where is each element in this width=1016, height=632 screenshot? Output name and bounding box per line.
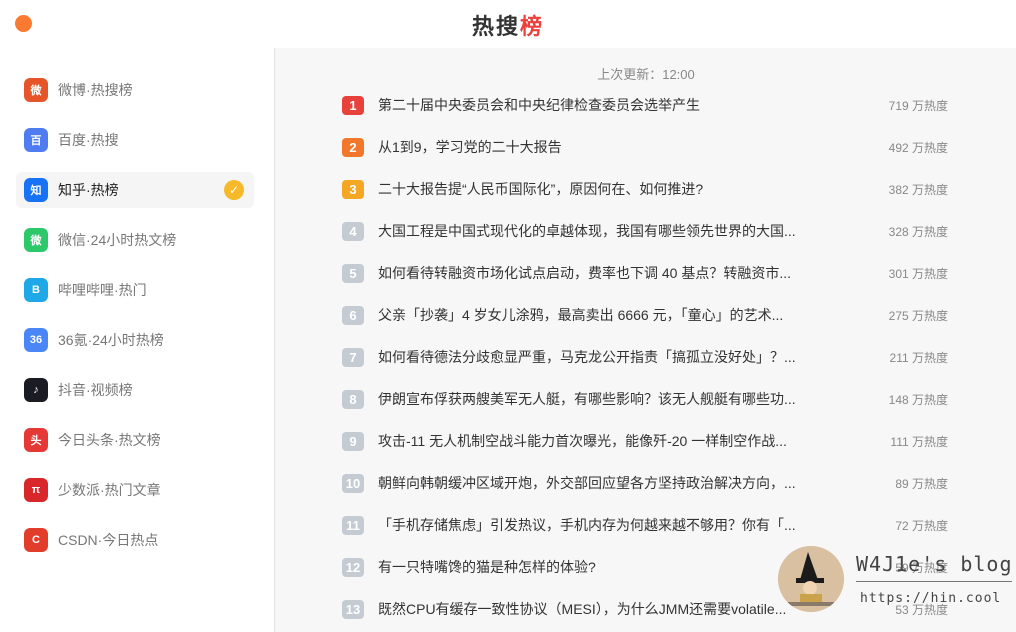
sidebar-item-36kr[interactable]: 36 36氪·24小时热榜	[16, 322, 254, 358]
sidebar-item-label: 百度·热搜	[58, 132, 119, 148]
heat-value: 382 万热度	[888, 182, 948, 197]
list-item-title[interactable]: 「手机存储焦虑」引发热议，手机内存为何越来越不够用？你有「...	[378, 515, 818, 535]
list-item[interactable]: 1 第二十届中央委员会和中央纪律检查委员会选举产生 719 万热度	[342, 93, 948, 117]
sidebar-item-label: 知乎·热榜	[58, 182, 119, 198]
rank-badge: 7	[342, 347, 364, 367]
rank-badge: 1	[342, 95, 364, 115]
heat-value: 492 万热度	[888, 140, 948, 155]
app-title: 热搜榜	[0, 9, 1016, 41]
heat-value: 72 万热度	[895, 518, 948, 533]
rank-badge: 2	[342, 137, 364, 157]
sidebar-item-sspai[interactable]: π 少数派·热门文章	[16, 472, 254, 508]
sidebar-item-label: CSDN·今日热点	[58, 532, 159, 548]
bilibili-icon: B	[24, 278, 48, 302]
douyin-icon: ♪	[24, 378, 48, 402]
sidebar-item-label: 抖音·视频榜	[58, 382, 133, 398]
list-item-title[interactable]: 如何看待德法分歧愈显严重，马克龙公开指责「搞孤立没好处」？...	[378, 347, 818, 367]
list-item-title[interactable]: 父亲「抄袭」4 岁女儿涂鸦，最高卖出 6666 元，「童心」的艺术...	[378, 305, 818, 325]
sidebar-item-label: 36氪·24小时热榜	[58, 332, 164, 348]
list-item[interactable]: 11 「手机存储焦虑」引发热议，手机内存为何越来越不够用？你有「... 72 万热度	[342, 513, 948, 537]
sidebar: 微微博·热搜榜百百度·热搜知知乎·热榜 ✓ 微微信·24小时热文榜 B 哔哩哔哩·热门 3…	[0, 48, 275, 632]
36kr-icon: 36	[24, 328, 48, 352]
sidebar-item-weibo[interactable]: 微微博·热搜榜	[16, 72, 254, 108]
heat-value: 89 万热度	[895, 476, 948, 491]
sidebar-item-bilibili[interactable]: B 哔哩哔哩·热门	[16, 272, 254, 308]
sidebar-item-label: 少数派·热门文章	[58, 482, 161, 498]
list-item-title[interactable]: 朝鲜向韩朝缓冲区域开炮，外交部回应望各方坚持政治解决方向，...	[378, 473, 818, 493]
last-update-text: 上次更新：12:00	[597, 67, 695, 82]
rank-badge: 8	[342, 389, 364, 409]
active-check-icon: ✓	[224, 180, 244, 200]
list-item-title[interactable]: 伊朗宣布俘获两艘美军无人艇，有哪些影响？该无人舰艇有哪些功...	[378, 389, 818, 409]
list-item-title[interactable]: 既然CPU有缓存一致性协议（MESI），为什么JMM还需要volatile...	[378, 599, 818, 619]
baidu-icon: 百	[24, 128, 48, 152]
rank-badge: 10	[342, 473, 364, 493]
rank-badge: 11	[342, 515, 364, 535]
sidebar-item-baidu[interactable]: 百百度·热搜	[16, 122, 254, 158]
rank-badge: 9	[342, 431, 364, 451]
list-item[interactable]: 2 从1到9，学习党的二十大报告 492 万热度	[342, 135, 948, 159]
list-item-title[interactable]: 第二十届中央委员会和中央纪律检查委员会选举产生	[378, 95, 818, 115]
list-item-title[interactable]: 大国工程是中国式现代化的卓越体现，我国有哪些领先世界的大国...	[378, 221, 818, 241]
watermark-divider	[856, 581, 1012, 582]
rank-badge: 4	[342, 221, 364, 241]
sidebar-item-csdn[interactable]: C CSDN·今日热点	[16, 522, 254, 558]
list-item[interactable]: 6 父亲「抄袭」4 岁女儿涂鸦，最高卖出 6666 元，「童心」的艺术... 275…	[342, 303, 948, 327]
toutiao-icon: 头	[24, 428, 48, 452]
heat-value: 111 万热度	[890, 434, 948, 449]
title-bar: 热搜榜	[0, 0, 1016, 48]
list-item[interactable]: 8 伊朗宣布俘获两艘美军无人艇，有哪些影响？该无人舰艇有哪些功... 148 万热度	[342, 387, 948, 411]
list-item[interactable]: 5 如何看待转融资市场化试点启动，费率也下调 40 基点？转融资市... 301 万…	[342, 261, 948, 285]
heat-value: 719 万热度	[888, 98, 948, 113]
list-item[interactable]: 9 攻击-11 无人机制空战斗能力首次曝光，能像歼-20 一样制空作战... 111…	[342, 429, 948, 453]
list-item-title[interactable]: 如何看待转融资市场化试点启动，费率也下调 40 基点？转融资市...	[378, 263, 818, 283]
csdn-icon: C	[24, 528, 48, 552]
list-item-title[interactable]: 从1到9，学习党的二十大报告	[378, 137, 818, 157]
rank-badge: 6	[342, 305, 364, 325]
list-item[interactable]: 10 朝鲜向韩朝缓冲区域开炮，外交部回应望各方坚持政治解决方向，... 89 万热度	[342, 471, 948, 495]
sidebar-item-zhihu[interactable]: 知知乎·热榜 ✓	[16, 172, 254, 208]
heat-value: 301 万热度	[888, 266, 948, 281]
list-item[interactable]: 4 大国工程是中国式现代化的卓越体现，我国有哪些领先世界的大国... 328 万热度	[342, 219, 948, 243]
sidebar-item-label: 微博·热搜榜	[58, 82, 133, 98]
sidebar-item-label: 哔哩哔哩·热门	[58, 282, 147, 298]
heat-value: 148 万热度	[888, 392, 948, 407]
heat-value: 275 万热度	[888, 308, 948, 323]
list-item-title[interactable]: 有一只特嘴馋的猫是种怎样的体验?	[378, 557, 818, 577]
watermark-title: W4J1e's blog	[856, 552, 1013, 576]
list-item-title[interactable]: 二十大报告提“人民币国际化”，原因何在、如何推进?	[378, 179, 818, 199]
heat-value: 211 万热度	[889, 350, 948, 365]
app-title-accent: 榜	[520, 14, 545, 39]
heat-value: 328 万热度	[888, 224, 948, 239]
watermark-url: https://hin.cool	[860, 591, 1002, 606]
zhihu-icon: 知	[24, 178, 48, 202]
sidebar-item-label: 微信·24小时热文榜	[58, 232, 177, 248]
blog-watermark: W4J1e's blog https://hin.cool	[776, 544, 1016, 632]
watermark-avatar	[778, 546, 844, 612]
sidebar-item-toutiao[interactable]: 头今日头条·热文榜	[16, 422, 254, 458]
rank-badge: 13	[342, 599, 364, 619]
sidebar-item-label: 今日头条·热文榜	[58, 432, 161, 448]
wechat-icon: 微	[24, 228, 48, 252]
sidebar-item-douyin[interactable]: ♪ 抖音·视频榜	[16, 372, 254, 408]
rank-badge: 5	[342, 263, 364, 283]
list-item-title[interactable]: 攻击-11 无人机制空战斗能力首次曝光，能像歼-20 一样制空作战...	[378, 431, 818, 451]
list-item[interactable]: 7 如何看待德法分歧愈显严重，马克龙公开指责「搞孤立没好处」？... 211 万热度	[342, 345, 948, 369]
sidebar-item-wechat[interactable]: 微微信·24小时热文榜	[16, 222, 254, 258]
list-item[interactable]: 3 二十大报告提“人民币国际化”，原因何在、如何推进? 382 万热度	[342, 177, 948, 201]
rank-badge: 3	[342, 179, 364, 199]
weibo-icon: 微	[24, 78, 48, 102]
rank-badge: 12	[342, 557, 364, 577]
sspai-icon: π	[24, 478, 48, 502]
app-title-main: 热搜	[471, 14, 520, 39]
